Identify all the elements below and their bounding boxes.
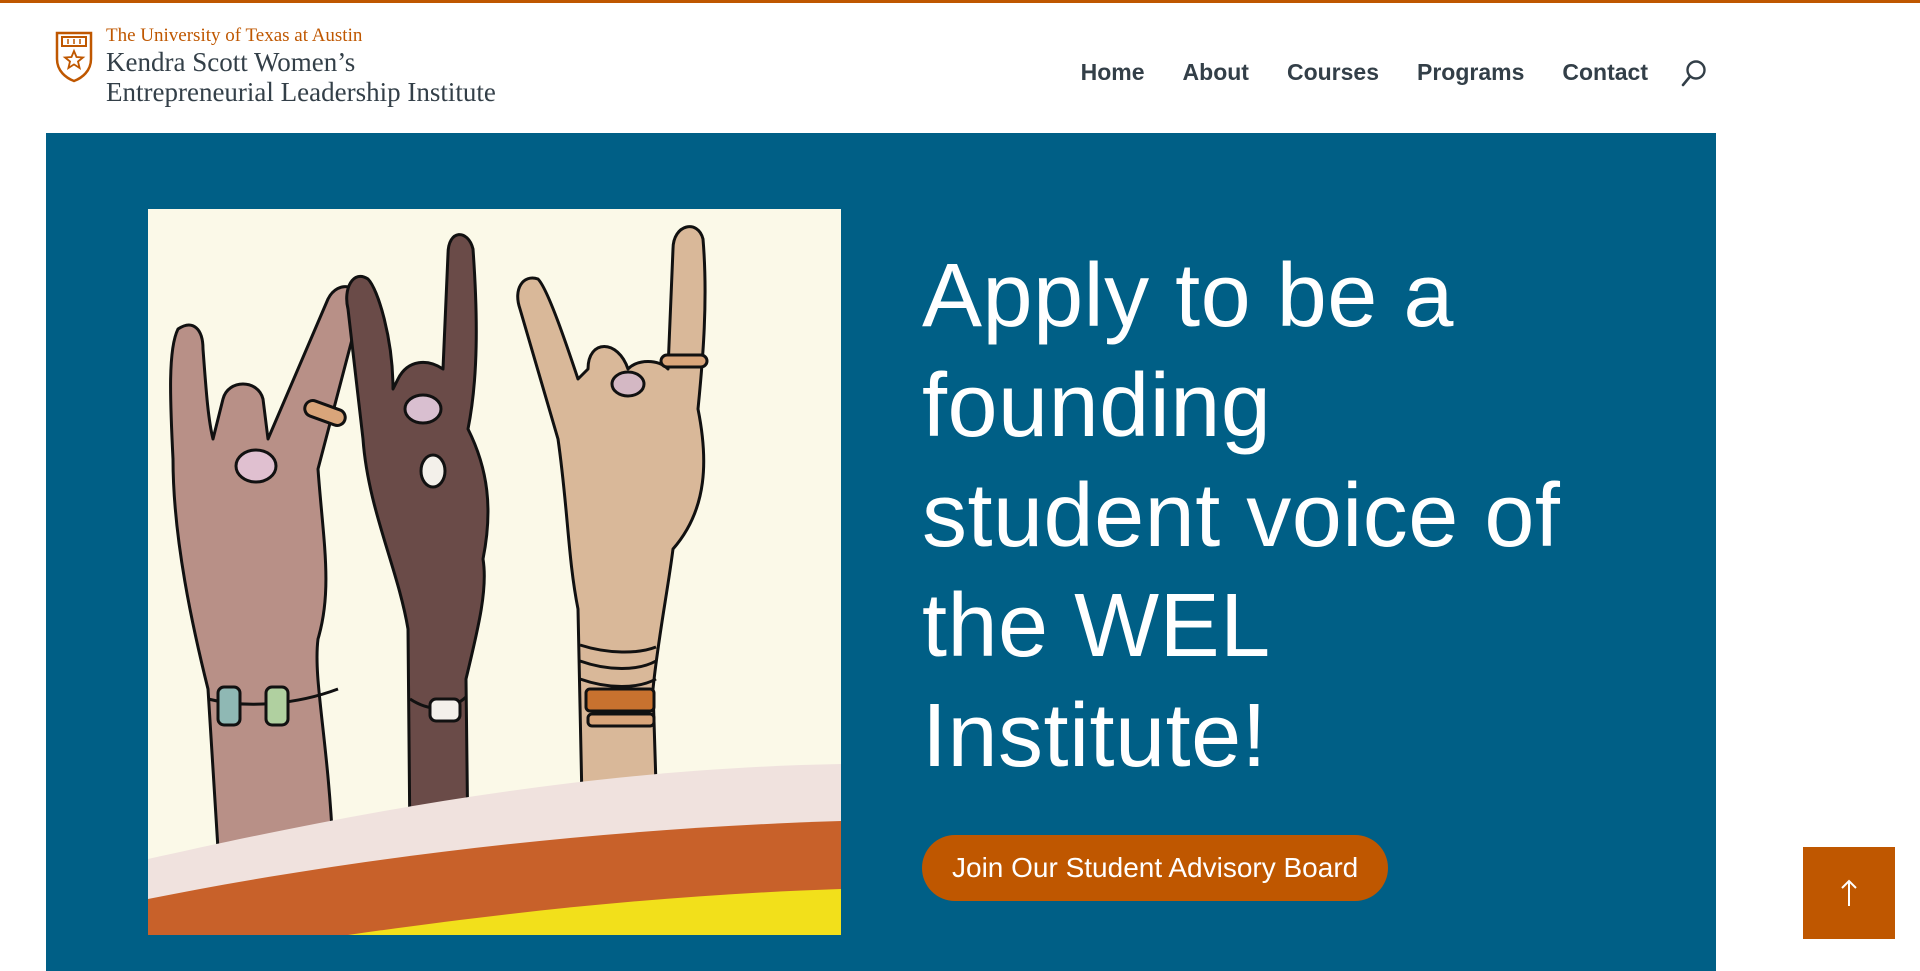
nav-about[interactable]: About [1183, 59, 1249, 86]
institute-name-line2: Entrepreneurial Leadership Institute [106, 77, 496, 107]
nav-home[interactable]: Home [1081, 59, 1145, 86]
headline-line: student voice of [922, 466, 1561, 566]
nav-contact[interactable]: Contact [1562, 59, 1648, 86]
join-advisory-board-button[interactable]: Join Our Student Advisory Board [922, 835, 1389, 901]
hands-illustration [148, 209, 841, 935]
headline-line: Apply to be a [922, 246, 1454, 346]
institute-name-line1: Kendra Scott Women’s [106, 47, 356, 77]
site-logo[interactable]: The University of Texas at Austin Kendra… [54, 25, 496, 115]
headline-line: the WEL [922, 576, 1271, 676]
nav-programs[interactable]: Programs [1417, 59, 1524, 86]
main-nav: Home About Courses Programs Contact [1043, 55, 1708, 89]
site-header: The University of Texas at Austin Kendra… [0, 3, 1920, 133]
search-icon[interactable] [1680, 59, 1708, 89]
arrow-up-icon [1841, 879, 1857, 906]
university-name: The University of Texas at Austin [106, 25, 363, 46]
hero-illustration [148, 209, 841, 935]
hero-banner: Apply to be a founding student voice of … [46, 133, 1716, 971]
headline-line: Institute! [922, 686, 1268, 786]
nav-courses[interactable]: Courses [1287, 59, 1379, 86]
scroll-to-top-button[interactable] [1803, 847, 1895, 939]
hero-headline: Apply to be a founding student voice of … [922, 241, 1682, 791]
ut-shield-icon [55, 31, 93, 83]
headline-line: founding [922, 356, 1272, 456]
